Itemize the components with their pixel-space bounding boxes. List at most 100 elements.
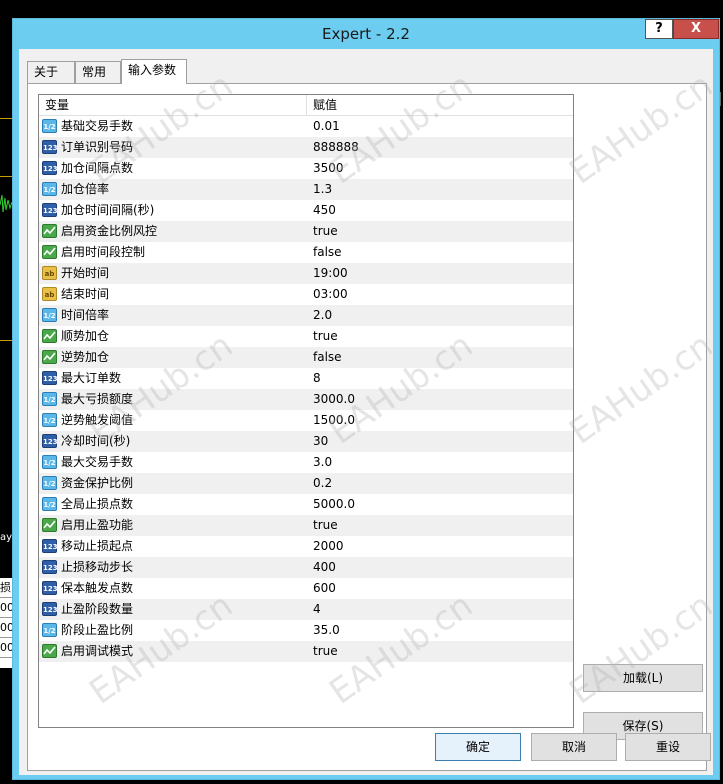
- parameter-value[interactable]: 0.2: [307, 473, 573, 494]
- bool-type-icon: [42, 245, 57, 259]
- parameters-grid: 变量 赋值 1/2 基础交易手数 0.01 123 订单识别号码 888888 123 加仓间…: [38, 94, 574, 728]
- parameter-row[interactable]: 123 订单识别号码 888888: [39, 137, 573, 158]
- parameter-row[interactable]: 启用资金比例风控 true: [39, 221, 573, 242]
- parameter-row[interactable]: 123 加仓时间间隔(秒) 450: [39, 200, 573, 221]
- inputs-panel: 变量 赋值 1/2 基础交易手数 0.01 123 订单识别号码 888888 123 加仓间…: [27, 83, 707, 771]
- load-button[interactable]: 加载(L): [583, 664, 703, 692]
- parameter-value[interactable]: 3000.0: [307, 389, 573, 410]
- parameter-row[interactable]: 1/2 最大亏损额度 3000.0: [39, 389, 573, 410]
- background-cell: 损: [0, 578, 12, 598]
- real-type-icon: 1/2: [42, 497, 57, 511]
- column-header-variable[interactable]: 变量: [39, 95, 307, 116]
- bool-type-icon: [42, 329, 57, 343]
- parameter-value[interactable]: 03:00: [307, 284, 573, 305]
- parameter-name: 1/2 基础交易手数: [39, 116, 307, 137]
- parameter-row[interactable]: 顺势加仓 true: [39, 326, 573, 347]
- int-type-icon: 123: [42, 140, 58, 154]
- parameter-row[interactable]: 1/2 逆势触发阈值 1500.0: [39, 410, 573, 431]
- parameter-label: 加仓倍率: [61, 182, 110, 196]
- int-type-icon: 123: [42, 602, 58, 616]
- tab-common[interactable]: 常用: [75, 61, 121, 83]
- parameter-value[interactable]: 600: [307, 578, 573, 599]
- parameter-row[interactable]: ab 开始时间 19:00: [39, 263, 573, 284]
- parameter-name: 启用时间段控制: [39, 242, 307, 263]
- tab-about[interactable]: 关于: [27, 61, 75, 83]
- parameter-row[interactable]: 123 冷却时间(秒) 30: [39, 431, 573, 452]
- parameter-value[interactable]: 2.0: [307, 305, 573, 326]
- parameter-value[interactable]: false: [307, 242, 573, 263]
- parameter-row[interactable]: 1/2 资金保护比例 0.2: [39, 473, 573, 494]
- parameter-value[interactable]: 3.0: [307, 452, 573, 473]
- bool-type-icon: [42, 518, 57, 532]
- parameter-row[interactable]: 1/2 时间倍率 2.0: [39, 305, 573, 326]
- real-type-icon: 1/2: [42, 182, 57, 196]
- parameter-value[interactable]: 35.0: [307, 620, 573, 641]
- chart-level-line: [0, 176, 12, 177]
- reset-button[interactable]: 重设: [625, 733, 711, 761]
- parameter-row[interactable]: 启用调试模式 true: [39, 641, 573, 662]
- int-type-icon: 123: [42, 560, 58, 574]
- parameter-value[interactable]: 4: [307, 599, 573, 620]
- parameter-row[interactable]: 1/2 最大交易手数 3.0: [39, 452, 573, 473]
- parameter-label: 加仓间隔点数: [61, 161, 134, 175]
- parameter-value[interactable]: 3500: [307, 158, 573, 179]
- parameter-row[interactable]: 123 移动止损起点 2000: [39, 536, 573, 557]
- real-type-icon: 1/2: [42, 308, 57, 322]
- parameter-row[interactable]: 1/2 基础交易手数 0.01: [39, 116, 573, 137]
- parameter-row[interactable]: 1/2 加仓倍率 1.3: [39, 179, 573, 200]
- parameter-row[interactable]: 123 止损移动步长 400: [39, 557, 573, 578]
- close-button[interactable]: X: [673, 19, 719, 39]
- parameter-name: 123 止损移动步长: [39, 557, 307, 578]
- parameter-name: 1/2 逆势触发阈值: [39, 410, 307, 431]
- parameter-row[interactable]: 1/2 全局止损点数 5000.0: [39, 494, 573, 515]
- parameter-value[interactable]: true: [307, 221, 573, 242]
- parameter-value[interactable]: 450: [307, 200, 573, 221]
- parameter-name: 1/2 最大亏损额度: [39, 389, 307, 410]
- parameter-value[interactable]: false: [307, 347, 573, 368]
- help-button[interactable]: ?: [645, 19, 673, 39]
- title-bar[interactable]: Expert - 2.2: [13, 19, 719, 49]
- parameter-row[interactable]: 启用时间段控制 false: [39, 242, 573, 263]
- parameter-row[interactable]: 123 最大订单数 8: [39, 368, 573, 389]
- parameter-value[interactable]: 8: [307, 368, 573, 389]
- parameter-name: 启用资金比例风控: [39, 221, 307, 242]
- parameter-value[interactable]: 1.3: [307, 179, 573, 200]
- parameter-name: 123 移动止损起点: [39, 536, 307, 557]
- parameter-value[interactable]: 400: [307, 557, 573, 578]
- parameter-value[interactable]: 1500.0: [307, 410, 573, 431]
- background-cell: 00: [0, 598, 12, 618]
- cancel-button[interactable]: 取消: [531, 733, 617, 761]
- parameter-label: 订单识别号码: [61, 140, 134, 154]
- parameter-row[interactable]: 123 止盈阶段数量 4: [39, 599, 573, 620]
- parameter-row[interactable]: ab 结束时间 03:00: [39, 284, 573, 305]
- parameter-name: 123 止盈阶段数量: [39, 599, 307, 620]
- parameter-value[interactable]: 5000.0: [307, 494, 573, 515]
- parameter-value[interactable]: 19:00: [307, 263, 573, 284]
- parameter-value[interactable]: 30: [307, 431, 573, 452]
- dialog-client: 关于 常用 输入参数 变量 赋值 1/2 基础交易手数 0.01 123 订单识别号码 8…: [19, 49, 720, 775]
- column-header-value[interactable]: 赋值: [307, 95, 573, 116]
- parameter-row[interactable]: 1/2 阶段止盈比例 35.0: [39, 620, 573, 641]
- parameter-value[interactable]: 888888: [307, 137, 573, 158]
- grid-rows: 1/2 基础交易手数 0.01 123 订单识别号码 888888 123 加仓间隔点数 350…: [39, 116, 573, 662]
- parameter-value[interactable]: true: [307, 641, 573, 662]
- parameter-row[interactable]: 123 保本触发点数 600: [39, 578, 573, 599]
- parameter-value[interactable]: 0.01: [307, 116, 573, 137]
- parameter-row[interactable]: 逆势加仓 false: [39, 347, 573, 368]
- grid-header: 变量 赋值: [39, 95, 573, 116]
- tab-inputs[interactable]: 输入参数: [121, 59, 187, 84]
- parameter-label: 保本触发点数: [61, 581, 134, 595]
- parameter-value[interactable]: true: [307, 515, 573, 536]
- parameter-row[interactable]: 启用止盈功能 true: [39, 515, 573, 536]
- parameter-label: 时间倍率: [61, 308, 110, 322]
- real-type-icon: 1/2: [42, 413, 57, 427]
- parameter-name: 123 保本触发点数: [39, 578, 307, 599]
- real-type-icon: 1/2: [42, 392, 57, 406]
- parameter-value[interactable]: 2000: [307, 536, 573, 557]
- ok-button[interactable]: 确定: [435, 733, 521, 761]
- int-type-icon: 123: [42, 581, 58, 595]
- parameter-name: 123 加仓间隔点数: [39, 158, 307, 179]
- parameter-name: 123 加仓时间间隔(秒): [39, 200, 307, 221]
- parameter-value[interactable]: true: [307, 326, 573, 347]
- parameter-row[interactable]: 123 加仓间隔点数 3500: [39, 158, 573, 179]
